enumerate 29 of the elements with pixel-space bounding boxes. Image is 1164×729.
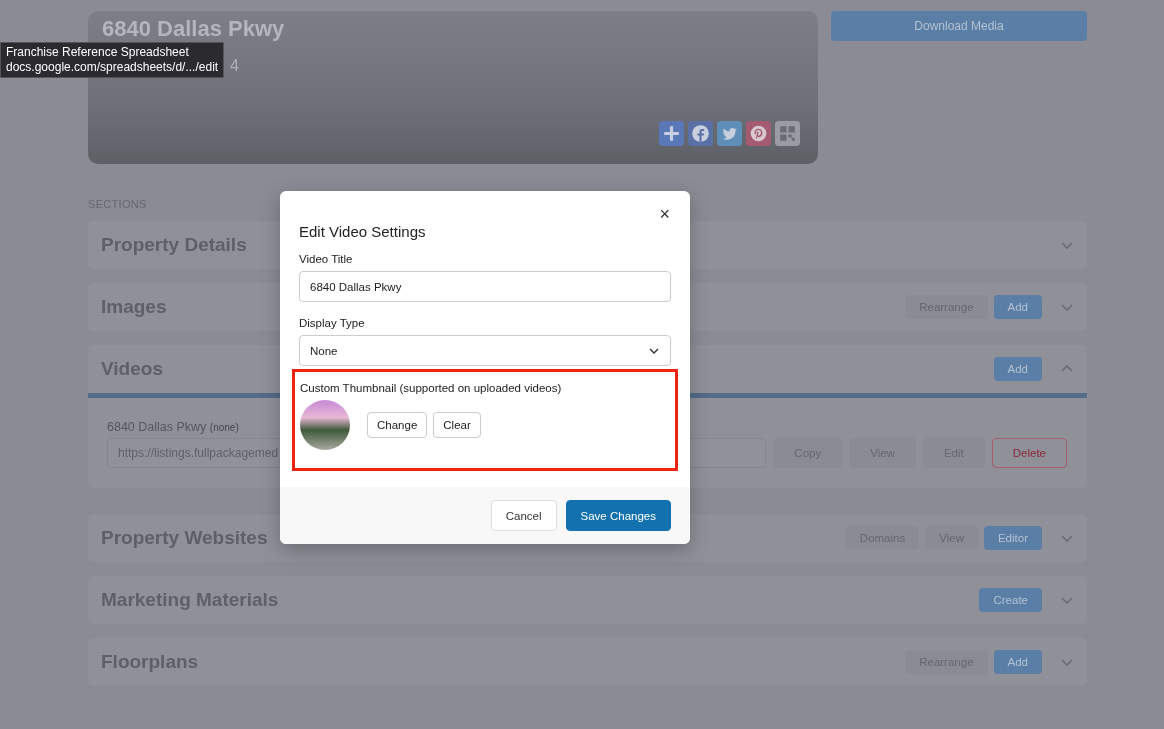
field-label: Video Title (299, 253, 354, 265)
video-title-field[interactable]: 6840 Dallas Pkwy (299, 271, 671, 302)
section-button[interactable]: Add (993, 295, 1042, 319)
section-button[interactable]: Add (993, 650, 1042, 674)
video-name: 6840 Dallas Pkwy (none) (107, 420, 239, 434)
section-button[interactable]: Create (979, 588, 1042, 612)
thumbnail-button[interactable]: Clear (433, 412, 481, 438)
qr-code-icon[interactable] (775, 121, 800, 146)
facebook-icon[interactable] (688, 121, 713, 146)
close-button[interactable]: × (653, 203, 676, 226)
field-label: Custom Thumbnail (supported on uploaded videos) (300, 382, 563, 394)
property-title: 6840 Dallas Pkwy (102, 17, 286, 41)
tooltip-title: Franchise Reference Spreadsheet (6, 45, 190, 60)
dialog-title: Edit Video Settings (299, 223, 427, 240)
display-type-select[interactable]: None (299, 335, 671, 366)
twitter-icon[interactable] (717, 121, 742, 146)
video-action-button[interactable]: Delete (991, 438, 1067, 468)
section-button[interactable]: Editor (983, 526, 1042, 550)
tooltip-url: docs.google.com/spreadsheets/d/.../edit (6, 60, 219, 75)
download-media-button[interactable]: Download Media (831, 11, 1087, 41)
plus-icon[interactable] (659, 121, 684, 146)
thumbnail-photo-placeholder (300, 400, 350, 450)
thumbnail-button[interactable]: Change (367, 412, 428, 438)
section-button[interactable]: Add (993, 357, 1042, 381)
field-label: Display Type (299, 317, 366, 329)
property-subtitle: 4 (230, 57, 239, 75)
cancel-button[interactable]: Cancel (490, 500, 557, 531)
save-changes-button[interactable]: Save Changes (565, 500, 671, 531)
pinterest-icon[interactable] (746, 121, 771, 146)
